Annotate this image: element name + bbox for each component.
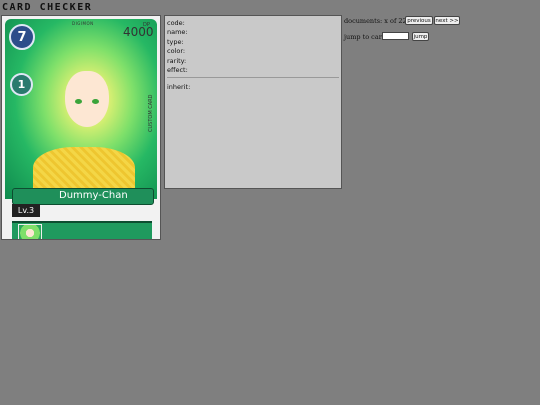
custom-card-label: CUSTOM CARD [148, 94, 154, 132]
character-eye-right [92, 99, 99, 104]
inherit-thumbnail [18, 224, 42, 239]
character-face [65, 71, 109, 127]
type-label: type: [167, 38, 184, 46]
card-name: Dummy-Chan [59, 190, 128, 201]
inherit-label: inherit: [167, 83, 191, 91]
character-eye-left [75, 99, 82, 104]
effect-label: effect: [167, 66, 188, 74]
color-label: color: [167, 47, 186, 55]
jump-to-card-input[interactable] [382, 32, 409, 40]
card-brand: DIGIMON [72, 21, 94, 26]
info-divider [167, 77, 339, 78]
previous-button[interactable]: previous [405, 16, 433, 25]
jump-button[interactable]: jump [412, 32, 429, 41]
dp-value: 4000 [123, 25, 154, 39]
name-label: name: [167, 28, 188, 36]
card-level: Lv.3 [12, 204, 40, 217]
evolution-cost-badge: 1 [10, 73, 33, 96]
rarity-label: rarity: [167, 57, 187, 65]
play-cost-badge: 7 [9, 24, 35, 50]
card-image: DIGIMON 7 1 DP 4000 CUSTOM CARD Lv.3 Dum… [1, 15, 161, 240]
page-title: CARD CHECKER [2, 2, 93, 13]
card-info-panel: code: name: type: color: rarity: effect:… [164, 15, 342, 189]
code-label: code: [167, 19, 185, 27]
next-button[interactable]: next >> [434, 16, 460, 25]
